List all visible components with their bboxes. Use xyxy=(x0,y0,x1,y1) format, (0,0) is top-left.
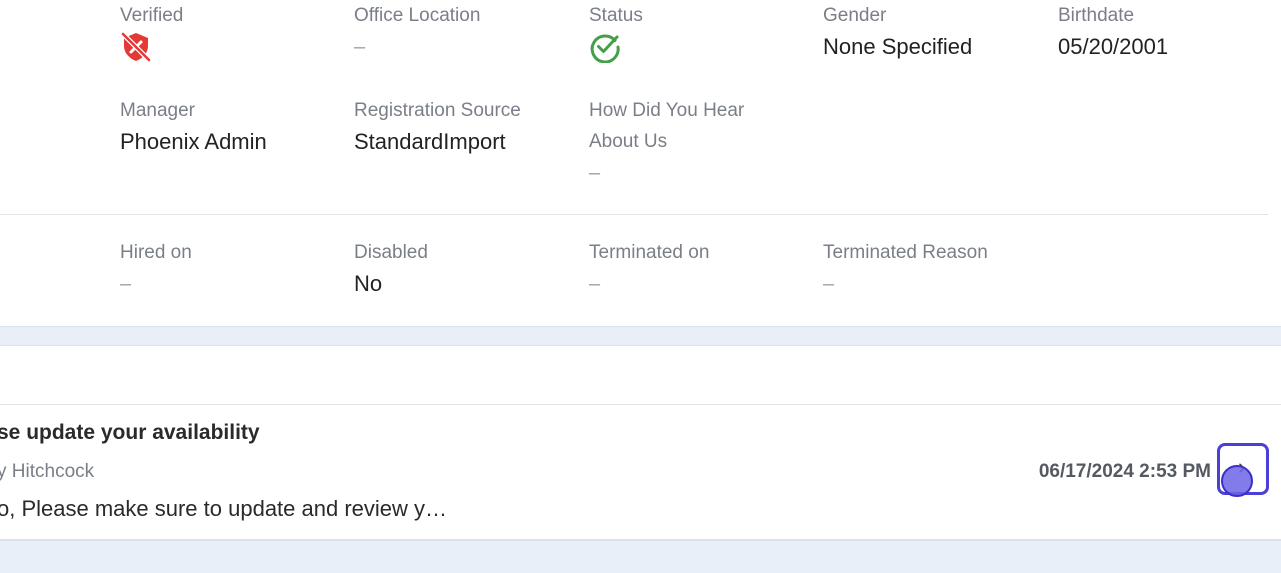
gender-label: Gender xyxy=(823,5,887,26)
terminated-reason-label: Terminated Reason xyxy=(823,242,988,263)
how-did-you-hear-value: – xyxy=(589,162,601,184)
terminated-reason-field: Terminated Reason – xyxy=(823,237,1043,299)
birthdate-label: Birthdate xyxy=(1058,5,1135,26)
manager-label: Manager xyxy=(120,100,195,121)
terminated-on-field: Terminated on – xyxy=(589,237,809,299)
shield-off-icon xyxy=(120,31,152,63)
disabled-field: Disabled No xyxy=(354,237,574,299)
message-preview: o, Please make sure to update and review… xyxy=(0,496,448,521)
message-subject: se update your availability xyxy=(0,421,260,444)
message-list-item[interactable]: se update your availability y Hitchcock … xyxy=(0,405,1281,538)
birthdate-field: Birthdate 05/20/2001 xyxy=(1058,0,1278,62)
verified-label: Verified xyxy=(120,5,184,26)
hired-on-value: – xyxy=(120,273,132,295)
open-message-button[interactable]: › xyxy=(1217,443,1269,495)
verified-field: Verified xyxy=(120,0,340,63)
status-label: Status xyxy=(589,5,643,26)
messages-panel: se update your availability y Hitchcock … xyxy=(0,345,1281,541)
chevron-right-icon: › xyxy=(1238,454,1246,479)
message-sender: y Hitchcock xyxy=(0,461,95,482)
how-did-you-hear-label: How Did You Hear About Us xyxy=(589,100,745,152)
gender-value: None Specified xyxy=(823,34,973,59)
hired-on-label: Hired on xyxy=(120,242,192,263)
how-did-you-hear-field: How Did You Hear About Us – xyxy=(589,95,809,188)
messages-header xyxy=(0,346,1281,405)
user-details-card: Verified Office Location – Status Gender… xyxy=(0,0,1281,327)
birthdate-value: 05/20/2001 xyxy=(1058,34,1169,59)
office-location-field: Office Location – xyxy=(354,0,574,62)
disabled-label: Disabled xyxy=(354,242,428,263)
status-field: Status xyxy=(589,0,809,63)
hired-on-field: Hired on – xyxy=(120,237,340,299)
terminated-on-value: – xyxy=(589,273,601,295)
terminated-on-label: Terminated on xyxy=(589,242,710,263)
registration-source-label: Registration Source xyxy=(354,100,521,121)
registration-source-field: Registration Source StandardImport xyxy=(354,95,574,157)
registration-source-value: StandardImport xyxy=(354,129,506,154)
terminated-reason-value: – xyxy=(823,273,835,295)
check-circle-icon xyxy=(590,34,620,63)
office-location-label: Office Location xyxy=(354,5,481,26)
manager-value: Phoenix Admin xyxy=(120,129,267,154)
manager-field: Manager Phoenix Admin xyxy=(120,95,340,157)
disabled-value: No xyxy=(354,271,383,296)
message-date: 06/17/2024 2:53 PM xyxy=(1038,461,1211,482)
gender-field: Gender None Specified xyxy=(823,0,1043,62)
section-divider xyxy=(0,214,1268,215)
office-location-value: – xyxy=(354,36,366,58)
